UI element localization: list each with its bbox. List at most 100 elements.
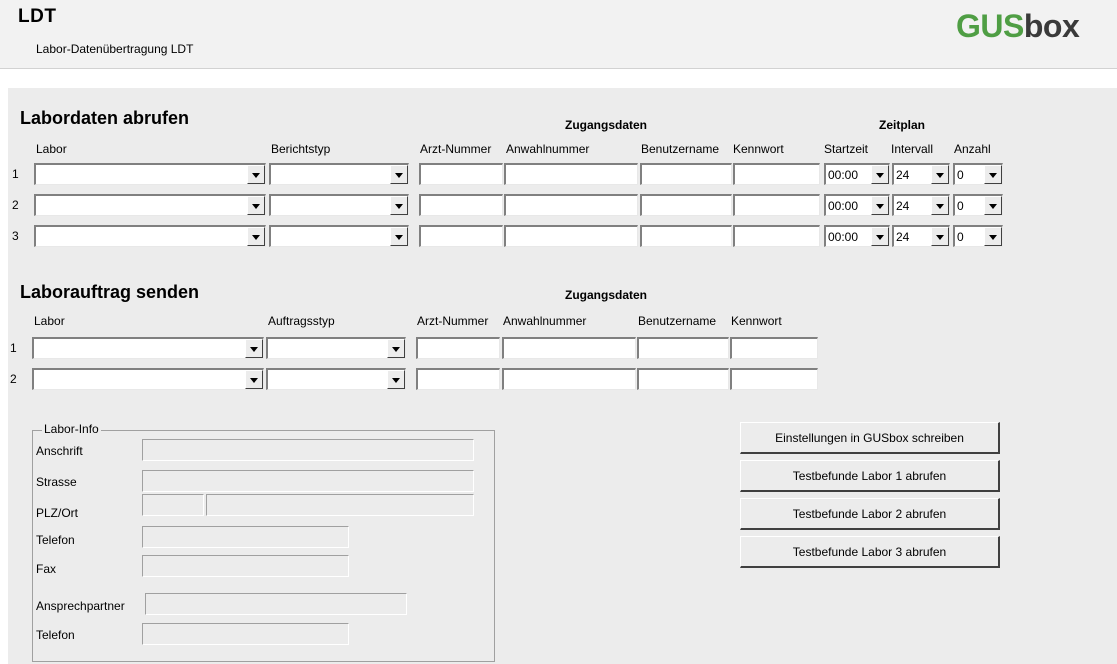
berichtstyp-select-3[interactable] bbox=[269, 225, 409, 247]
chevron-down-icon[interactable] bbox=[931, 165, 949, 184]
berichtstyp-select-1[interactable] bbox=[269, 163, 409, 185]
telefon-field[interactable] bbox=[142, 526, 349, 548]
test-labor-3-button[interactable]: Testbefunde Labor 3 abrufen bbox=[740, 536, 1000, 568]
benutzername-field-2[interactable] bbox=[640, 194, 732, 216]
write-settings-button[interactable]: Einstellungen in GUSbox schreiben bbox=[740, 422, 1000, 454]
labor-info-legend: Labor-Info bbox=[42, 422, 101, 436]
labor-select-2[interactable] bbox=[34, 194, 266, 216]
anschrift-field[interactable] bbox=[142, 439, 474, 461]
col-header-benutzername: Benutzername bbox=[638, 314, 717, 328]
chevron-down-icon[interactable] bbox=[247, 196, 265, 215]
auftragstyp-select-1[interactable] bbox=[266, 337, 406, 359]
col-header-berichtstyp: Berichtstyp bbox=[271, 142, 331, 156]
chevron-down-icon[interactable] bbox=[871, 196, 889, 215]
col-header-labor: Labor bbox=[34, 314, 65, 328]
anwahlnummer-field-1[interactable] bbox=[504, 163, 638, 185]
anwahlnummer-field-3[interactable] bbox=[504, 225, 638, 247]
chevron-down-icon[interactable] bbox=[390, 196, 408, 215]
ort-field[interactable] bbox=[206, 494, 474, 516]
intervall-select-value: 24 bbox=[896, 168, 910, 182]
anzahl-select-3[interactable]: 0 bbox=[953, 225, 1003, 247]
labor-select-3[interactable] bbox=[34, 225, 266, 247]
anschrift-label: Anschrift bbox=[36, 444, 83, 458]
chevron-down-icon[interactable] bbox=[245, 370, 263, 389]
senden-kennwort-field-2[interactable] bbox=[730, 368, 818, 390]
senden-anwahlnummer-field-2[interactable] bbox=[502, 368, 636, 390]
arzt-nummer-field-3[interactable] bbox=[419, 225, 503, 247]
test-labor-1-button[interactable]: Testbefunde Labor 1 abrufen bbox=[740, 460, 1000, 492]
chevron-down-icon[interactable] bbox=[390, 165, 408, 184]
anzahl-select-2[interactable]: 0 bbox=[953, 194, 1003, 216]
anwahlnummer-field-2[interactable] bbox=[504, 194, 638, 216]
col-header-arzt-nummer: Arzt-Nummer bbox=[420, 142, 492, 156]
anzahl-select-value: 0 bbox=[957, 168, 964, 182]
abrufen-zugangsdaten-label: Zugangsdaten bbox=[565, 118, 648, 132]
intervall-select-1[interactable]: 24 bbox=[892, 163, 950, 185]
senden-arzt-nummer-field-1[interactable] bbox=[416, 337, 500, 359]
anzahl-select-value: 0 bbox=[957, 230, 964, 244]
kennwort-field-3[interactable] bbox=[733, 225, 820, 247]
arzt-nummer-field-1[interactable] bbox=[419, 163, 503, 185]
chevron-down-icon[interactable] bbox=[984, 196, 1002, 215]
berichtstyp-select-2[interactable] bbox=[269, 194, 409, 216]
row-number: 1 bbox=[12, 167, 19, 181]
plz-field[interactable] bbox=[142, 494, 204, 516]
fax-field[interactable] bbox=[142, 555, 349, 577]
chevron-down-icon[interactable] bbox=[984, 165, 1002, 184]
benutzername-field-1[interactable] bbox=[640, 163, 732, 185]
chevron-down-icon[interactable] bbox=[387, 339, 405, 358]
col-header-arzt-nummer: Arzt-Nummer bbox=[417, 314, 489, 328]
chevron-down-icon[interactable] bbox=[871, 227, 889, 246]
startzeit-select-value: 00:00 bbox=[828, 230, 859, 244]
col-header-startzeit: Startzeit bbox=[824, 142, 869, 156]
chevron-down-icon[interactable] bbox=[387, 370, 405, 389]
strasse-field[interactable] bbox=[142, 470, 474, 492]
chevron-down-icon[interactable] bbox=[245, 339, 263, 358]
startzeit-select-2[interactable]: 00:00 bbox=[824, 194, 890, 216]
col-header-anwahlnummer: Anwahlnummer bbox=[506, 142, 590, 156]
telefon2-field[interactable] bbox=[142, 623, 349, 645]
chevron-down-icon[interactable] bbox=[247, 227, 265, 246]
intervall-select-value: 24 bbox=[896, 230, 910, 244]
startzeit-select-value: 00:00 bbox=[828, 168, 859, 182]
row-number: 1 bbox=[10, 341, 17, 355]
chevron-down-icon[interactable] bbox=[390, 227, 408, 246]
chevron-down-icon[interactable] bbox=[931, 196, 949, 215]
chevron-down-icon[interactable] bbox=[984, 227, 1002, 246]
senden-arzt-nummer-field-2[interactable] bbox=[416, 368, 500, 390]
app-subtitle: Labor-Datenübertragung LDT bbox=[36, 42, 194, 56]
startzeit-select-3[interactable]: 00:00 bbox=[824, 225, 890, 247]
startzeit-select-value: 00:00 bbox=[828, 199, 859, 213]
col-header-auftragstyp: Auftragsstyp bbox=[268, 314, 335, 328]
intervall-select-3[interactable]: 24 bbox=[892, 225, 950, 247]
row-number: 3 bbox=[12, 229, 19, 243]
telefon-label: Telefon bbox=[36, 533, 75, 547]
kennwort-field-2[interactable] bbox=[733, 194, 820, 216]
telefon2-label: Telefon bbox=[36, 628, 75, 642]
senden-title: Laborauftrag senden bbox=[20, 282, 200, 302]
senden-anwahlnummer-field-1[interactable] bbox=[502, 337, 636, 359]
ansprechpartner-field[interactable] bbox=[145, 593, 407, 615]
chevron-down-icon[interactable] bbox=[247, 165, 265, 184]
chevron-down-icon[interactable] bbox=[931, 227, 949, 246]
senden-labor-select-2[interactable] bbox=[32, 368, 264, 390]
benutzername-field-3[interactable] bbox=[640, 225, 732, 247]
logo-text-gus: GUS bbox=[956, 8, 1024, 44]
senden-benutzername-field-2[interactable] bbox=[637, 368, 729, 390]
anzahl-select-1[interactable]: 0 bbox=[953, 163, 1003, 185]
startzeit-select-1[interactable]: 00:00 bbox=[824, 163, 890, 185]
kennwort-field-1[interactable] bbox=[733, 163, 820, 185]
test-labor-2-button[interactable]: Testbefunde Labor 2 abrufen bbox=[740, 498, 1000, 530]
abrufen-zeitplan-label: Zeitplan bbox=[879, 118, 926, 132]
senden-benutzername-field-1[interactable] bbox=[637, 337, 729, 359]
intervall-select-2[interactable]: 24 bbox=[892, 194, 950, 216]
senden-kennwort-field-1[interactable] bbox=[730, 337, 818, 359]
chevron-down-icon[interactable] bbox=[871, 165, 889, 184]
auftragstyp-select-2[interactable] bbox=[266, 368, 406, 390]
main-panel: Labordaten abrufen Zugangsdaten Zeitplan… bbox=[8, 88, 1117, 664]
arzt-nummer-field-2[interactable] bbox=[419, 194, 503, 216]
senden-labor-select-1[interactable] bbox=[32, 337, 264, 359]
labor-select-1[interactable] bbox=[34, 163, 266, 185]
col-header-kennwort: Kennwort bbox=[733, 142, 784, 156]
row-number: 2 bbox=[10, 372, 17, 386]
